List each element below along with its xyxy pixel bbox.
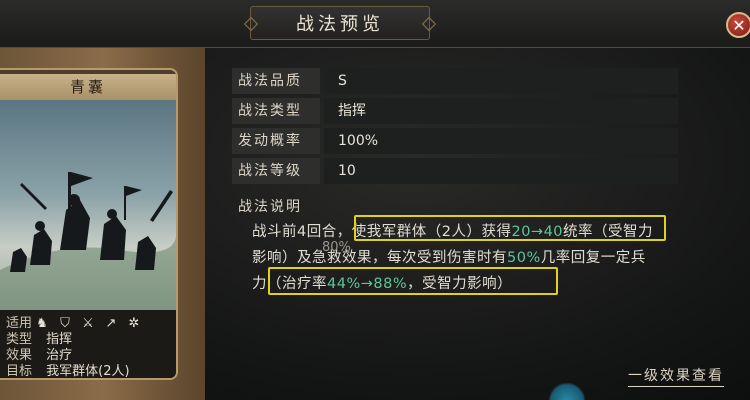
close-icon: ✕ [732,15,746,35]
property-value: 100% [324,128,678,154]
title-bar: 战法预览 ✕ [0,0,750,48]
description-text: 影响）及急救效果，每次受到伤害时有 [252,250,507,266]
game-screen: 战法预览 ✕ 青囊 适用 ♞ ⛉ ⚔ ↗ ✲ 类型 指挥 效果 治疗 目标 我军… [0,0,750,400]
description-text: 几率回复一定兵 [540,250,646,266]
highlight-value: 50% [507,250,541,266]
info-row: 目标 我军群体(2人) [6,360,130,379]
card-name: 青囊 [0,74,176,100]
description-text: 战斗前4回合， [252,224,352,240]
cavalry-illustration [0,172,176,310]
highlight-box [268,267,558,295]
page-title: 战法预览 [296,14,384,35]
property-row: 战法类型 指挥 [232,98,678,124]
close-button[interactable]: ✕ [726,12,750,38]
property-value: S [324,68,678,94]
property-label: 战法类型 [232,98,320,124]
crossed-bows-icon: ⚔ [82,316,94,331]
scroll-column: 青囊 适用 ♞ ⛉ ⚔ ↗ ✲ 类型 指挥 效果 治疗 目标 我军群体(2人) [0,48,205,400]
spear-icon: ↗ [105,316,117,331]
card-artwork [0,100,176,310]
property-row: 发动概率 100% [232,128,678,154]
property-value: 指挥 [324,98,678,124]
property-row: 战法等级 10 [232,158,678,184]
property-row: 战法品质 S [232,68,678,94]
title-plate: 战法预览 [250,6,430,40]
tactic-card[interactable]: 青囊 适用 ♞ ⛉ ⚔ ↗ ✲ 类型 指挥 效果 治疗 目标 我军群体(2人) [0,68,178,380]
property-value: 10 [324,158,678,184]
level-one-effect-link[interactable]: 一级效果查看 [628,365,724,387]
tactic-detail-panel: 战法品质 S 战法类型 指挥 发动概率 100% 战法等级 10 战法说明 战斗… [232,60,750,400]
description-line: 影响）及急救效果，每次受到伤害时有50%几率回复一定兵 [252,246,646,267]
description-label: 战法说明 [238,199,302,215]
property-label: 战法品质 [232,68,320,94]
overlay-text: 80% [322,240,351,255]
card-info: 适用 ♞ ⛉ ⚔ ↗ ✲ 类型 指挥 效果 治疗 目标 我军群体(2人) [0,310,176,379]
highlight-box [354,215,666,241]
wheel-icon: ✲ [128,316,140,331]
description-text: 力 [252,276,267,292]
property-label: 发动概率 [232,128,320,154]
info-label: 目标 [6,364,33,379]
property-label: 战法等级 [232,158,320,184]
info-value: 我军群体(2人) [46,364,130,379]
